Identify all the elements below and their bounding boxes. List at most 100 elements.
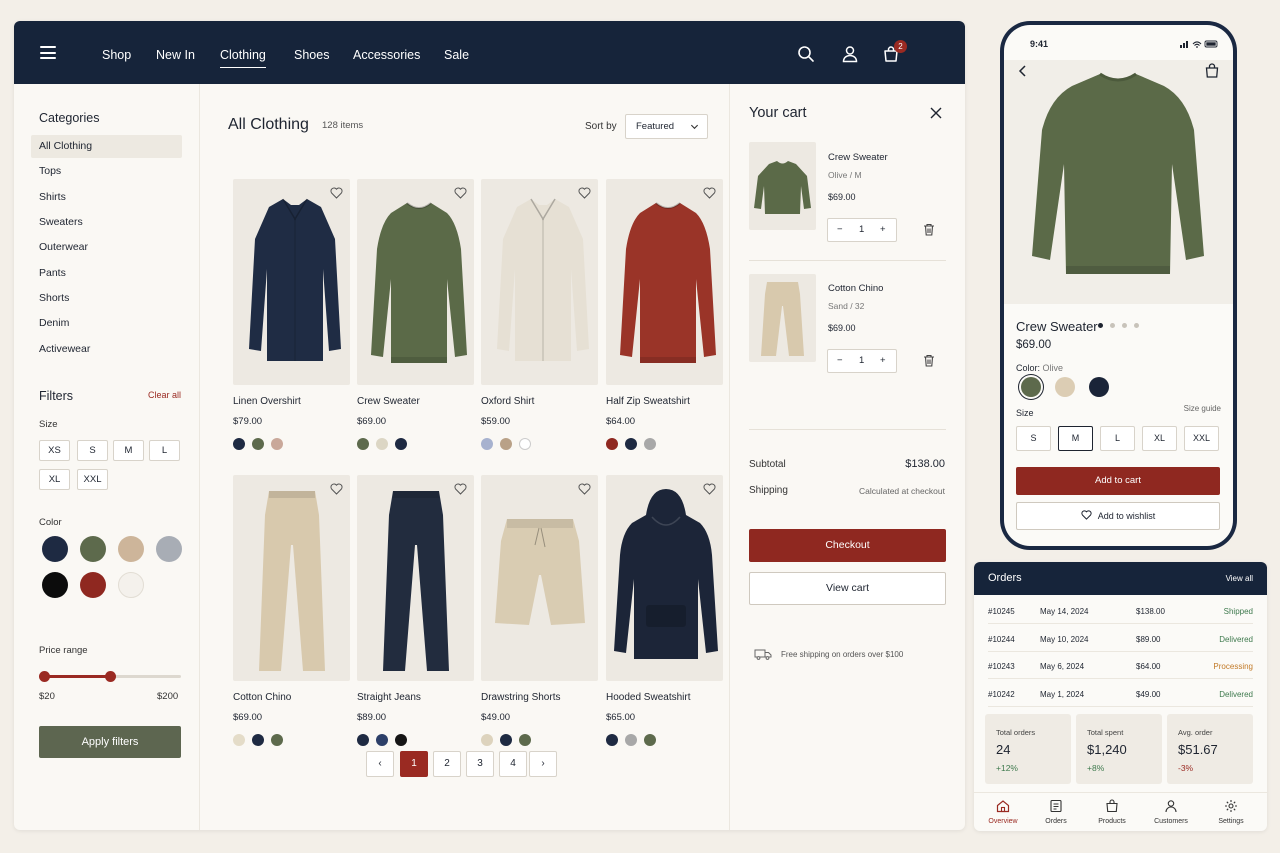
color-dot[interactable] bbox=[519, 438, 531, 450]
color-dot[interactable] bbox=[357, 734, 369, 746]
color-dot[interactable] bbox=[644, 734, 656, 746]
product-image[interactable] bbox=[481, 475, 598, 681]
size-xxl-button[interactable]: XXL bbox=[1184, 426, 1219, 451]
nav-shoes[interactable]: Shoes bbox=[294, 48, 329, 62]
page-2-button[interactable]: 2 bbox=[433, 751, 461, 777]
size-m-button[interactable]: M bbox=[113, 440, 144, 461]
color-dot[interactable] bbox=[233, 438, 245, 450]
size-xl-button[interactable]: XL bbox=[1142, 426, 1177, 451]
bag-icon[interactable] bbox=[1205, 63, 1219, 78]
color-dot[interactable] bbox=[481, 438, 493, 450]
color-swatch[interactable] bbox=[156, 536, 182, 562]
color-dot[interactable] bbox=[606, 438, 618, 450]
decrement-button[interactable]: − bbox=[837, 224, 843, 235]
product-image[interactable] bbox=[357, 179, 474, 385]
size-xxl-button[interactable]: XXL bbox=[77, 469, 108, 490]
heart-icon[interactable] bbox=[578, 483, 591, 495]
next-page-button[interactable]: › bbox=[529, 751, 557, 777]
increment-button[interactable]: + bbox=[880, 355, 886, 366]
order-row[interactable]: #10243 May 6, 2024 $64.00 Processing bbox=[988, 652, 1253, 679]
color-dot[interactable] bbox=[252, 734, 264, 746]
size-l-button[interactable]: L bbox=[149, 440, 180, 461]
account-icon[interactable] bbox=[841, 45, 859, 63]
color-dot[interactable] bbox=[376, 438, 388, 450]
product-card[interactable]: Straight Jeans $89.00 bbox=[357, 475, 475, 746]
product-card[interactable]: Linen Overshirt $79.00 bbox=[233, 179, 351, 450]
tab-products[interactable]: Products bbox=[1083, 793, 1141, 831]
clear-all-link[interactable]: Clear all bbox=[148, 390, 181, 400]
color-swatch[interactable] bbox=[42, 572, 68, 598]
nav-clothing[interactable]: Clothing bbox=[220, 48, 266, 68]
back-arrow-icon[interactable] bbox=[1018, 65, 1028, 77]
product-name[interactable]: Oxford Shirt bbox=[481, 396, 534, 407]
category-outerwear[interactable]: Outerwear bbox=[31, 236, 182, 259]
product-card[interactable]: Drawstring Shorts $49.00 bbox=[481, 475, 599, 746]
product-name[interactable]: Half Zip Sweatshirt bbox=[606, 396, 690, 407]
decrement-button[interactable]: − bbox=[837, 355, 843, 366]
size-m-button[interactable]: M bbox=[1058, 426, 1093, 451]
product-name[interactable]: Crew Sweater bbox=[357, 396, 420, 407]
view-cart-button[interactable]: View cart bbox=[749, 572, 946, 605]
heart-icon[interactable] bbox=[454, 187, 467, 199]
sort-dropdown[interactable]: Featured bbox=[625, 114, 708, 139]
heart-icon[interactable] bbox=[454, 483, 467, 495]
product-image-frame[interactable] bbox=[606, 475, 723, 681]
color-dot[interactable] bbox=[625, 438, 637, 450]
product-name[interactable]: Cotton Chino bbox=[233, 692, 291, 703]
product-card[interactable]: Cotton Chino $69.00 bbox=[233, 475, 351, 746]
product-image[interactable] bbox=[233, 179, 350, 385]
tab-overview[interactable]: Overview bbox=[974, 793, 1032, 831]
trash-icon[interactable] bbox=[923, 223, 935, 236]
color-dot[interactable] bbox=[481, 734, 493, 746]
color-dot[interactable] bbox=[519, 734, 531, 746]
product-image-frame[interactable] bbox=[481, 475, 598, 681]
color-dot[interactable] bbox=[233, 734, 245, 746]
category-denim[interactable]: Denim bbox=[31, 312, 182, 335]
heart-icon[interactable] bbox=[703, 187, 716, 199]
color-swatch[interactable] bbox=[80, 572, 106, 598]
product-image[interactable] bbox=[357, 475, 474, 681]
color-dot[interactable] bbox=[357, 438, 369, 450]
color-dot[interactable] bbox=[500, 438, 512, 450]
price-max-handle[interactable] bbox=[105, 671, 116, 682]
nav-accessories[interactable]: Accessories bbox=[353, 48, 420, 62]
color-swatch[interactable] bbox=[1021, 377, 1041, 397]
page-1-button[interactable]: 1 bbox=[400, 751, 428, 777]
color-swatch[interactable] bbox=[42, 536, 68, 562]
order-row[interactable]: #10244 May 10, 2024 $89.00 Delivered bbox=[988, 625, 1253, 652]
product-image[interactable] bbox=[233, 475, 350, 681]
category-pants[interactable]: Pants bbox=[31, 262, 182, 285]
tab-orders[interactable]: Orders bbox=[1027, 793, 1085, 831]
color-dot[interactable] bbox=[376, 734, 388, 746]
color-swatch[interactable] bbox=[118, 536, 144, 562]
product-image-frame[interactable] bbox=[481, 179, 598, 385]
product-image-frame[interactable] bbox=[233, 179, 350, 385]
category-sweaters[interactable]: Sweaters bbox=[31, 211, 182, 234]
color-swatch[interactable] bbox=[80, 536, 106, 562]
color-swatch[interactable] bbox=[1089, 377, 1109, 397]
product-image[interactable] bbox=[481, 179, 598, 385]
color-swatch[interactable] bbox=[118, 572, 144, 598]
size-s-button[interactable]: S bbox=[77, 440, 108, 461]
order-row[interactable]: #10245 May 14, 2024 $138.00 Shipped bbox=[988, 597, 1253, 624]
color-swatch[interactable] bbox=[1055, 377, 1075, 397]
product-image-frame[interactable] bbox=[606, 179, 723, 385]
category-activewear[interactable]: Activewear bbox=[31, 338, 182, 361]
product-name[interactable]: Linen Overshirt bbox=[233, 396, 301, 407]
tab-settings[interactable]: Settings bbox=[1202, 793, 1260, 831]
product-image-frame[interactable] bbox=[233, 475, 350, 681]
apply-filters-button[interactable]: Apply filters bbox=[39, 726, 181, 758]
size-guide-link[interactable]: Size guide bbox=[1184, 404, 1221, 413]
category-tops[interactable]: Tops bbox=[31, 160, 182, 183]
heart-icon[interactable] bbox=[578, 187, 591, 199]
product-name[interactable]: Hooded Sweatshirt bbox=[606, 692, 691, 703]
checkout-button[interactable]: Checkout bbox=[749, 529, 946, 562]
color-dot[interactable] bbox=[395, 438, 407, 450]
add-to-wishlist-button[interactable]: Add to wishlist bbox=[1016, 502, 1220, 530]
quantity-stepper[interactable]: − 1 + bbox=[827, 349, 897, 373]
quantity-stepper[interactable]: − 1 + bbox=[827, 218, 897, 242]
search-icon[interactable] bbox=[797, 45, 815, 63]
size-l-button[interactable]: L bbox=[1100, 426, 1135, 451]
increment-button[interactable]: + bbox=[880, 224, 886, 235]
heart-icon[interactable] bbox=[703, 483, 716, 495]
